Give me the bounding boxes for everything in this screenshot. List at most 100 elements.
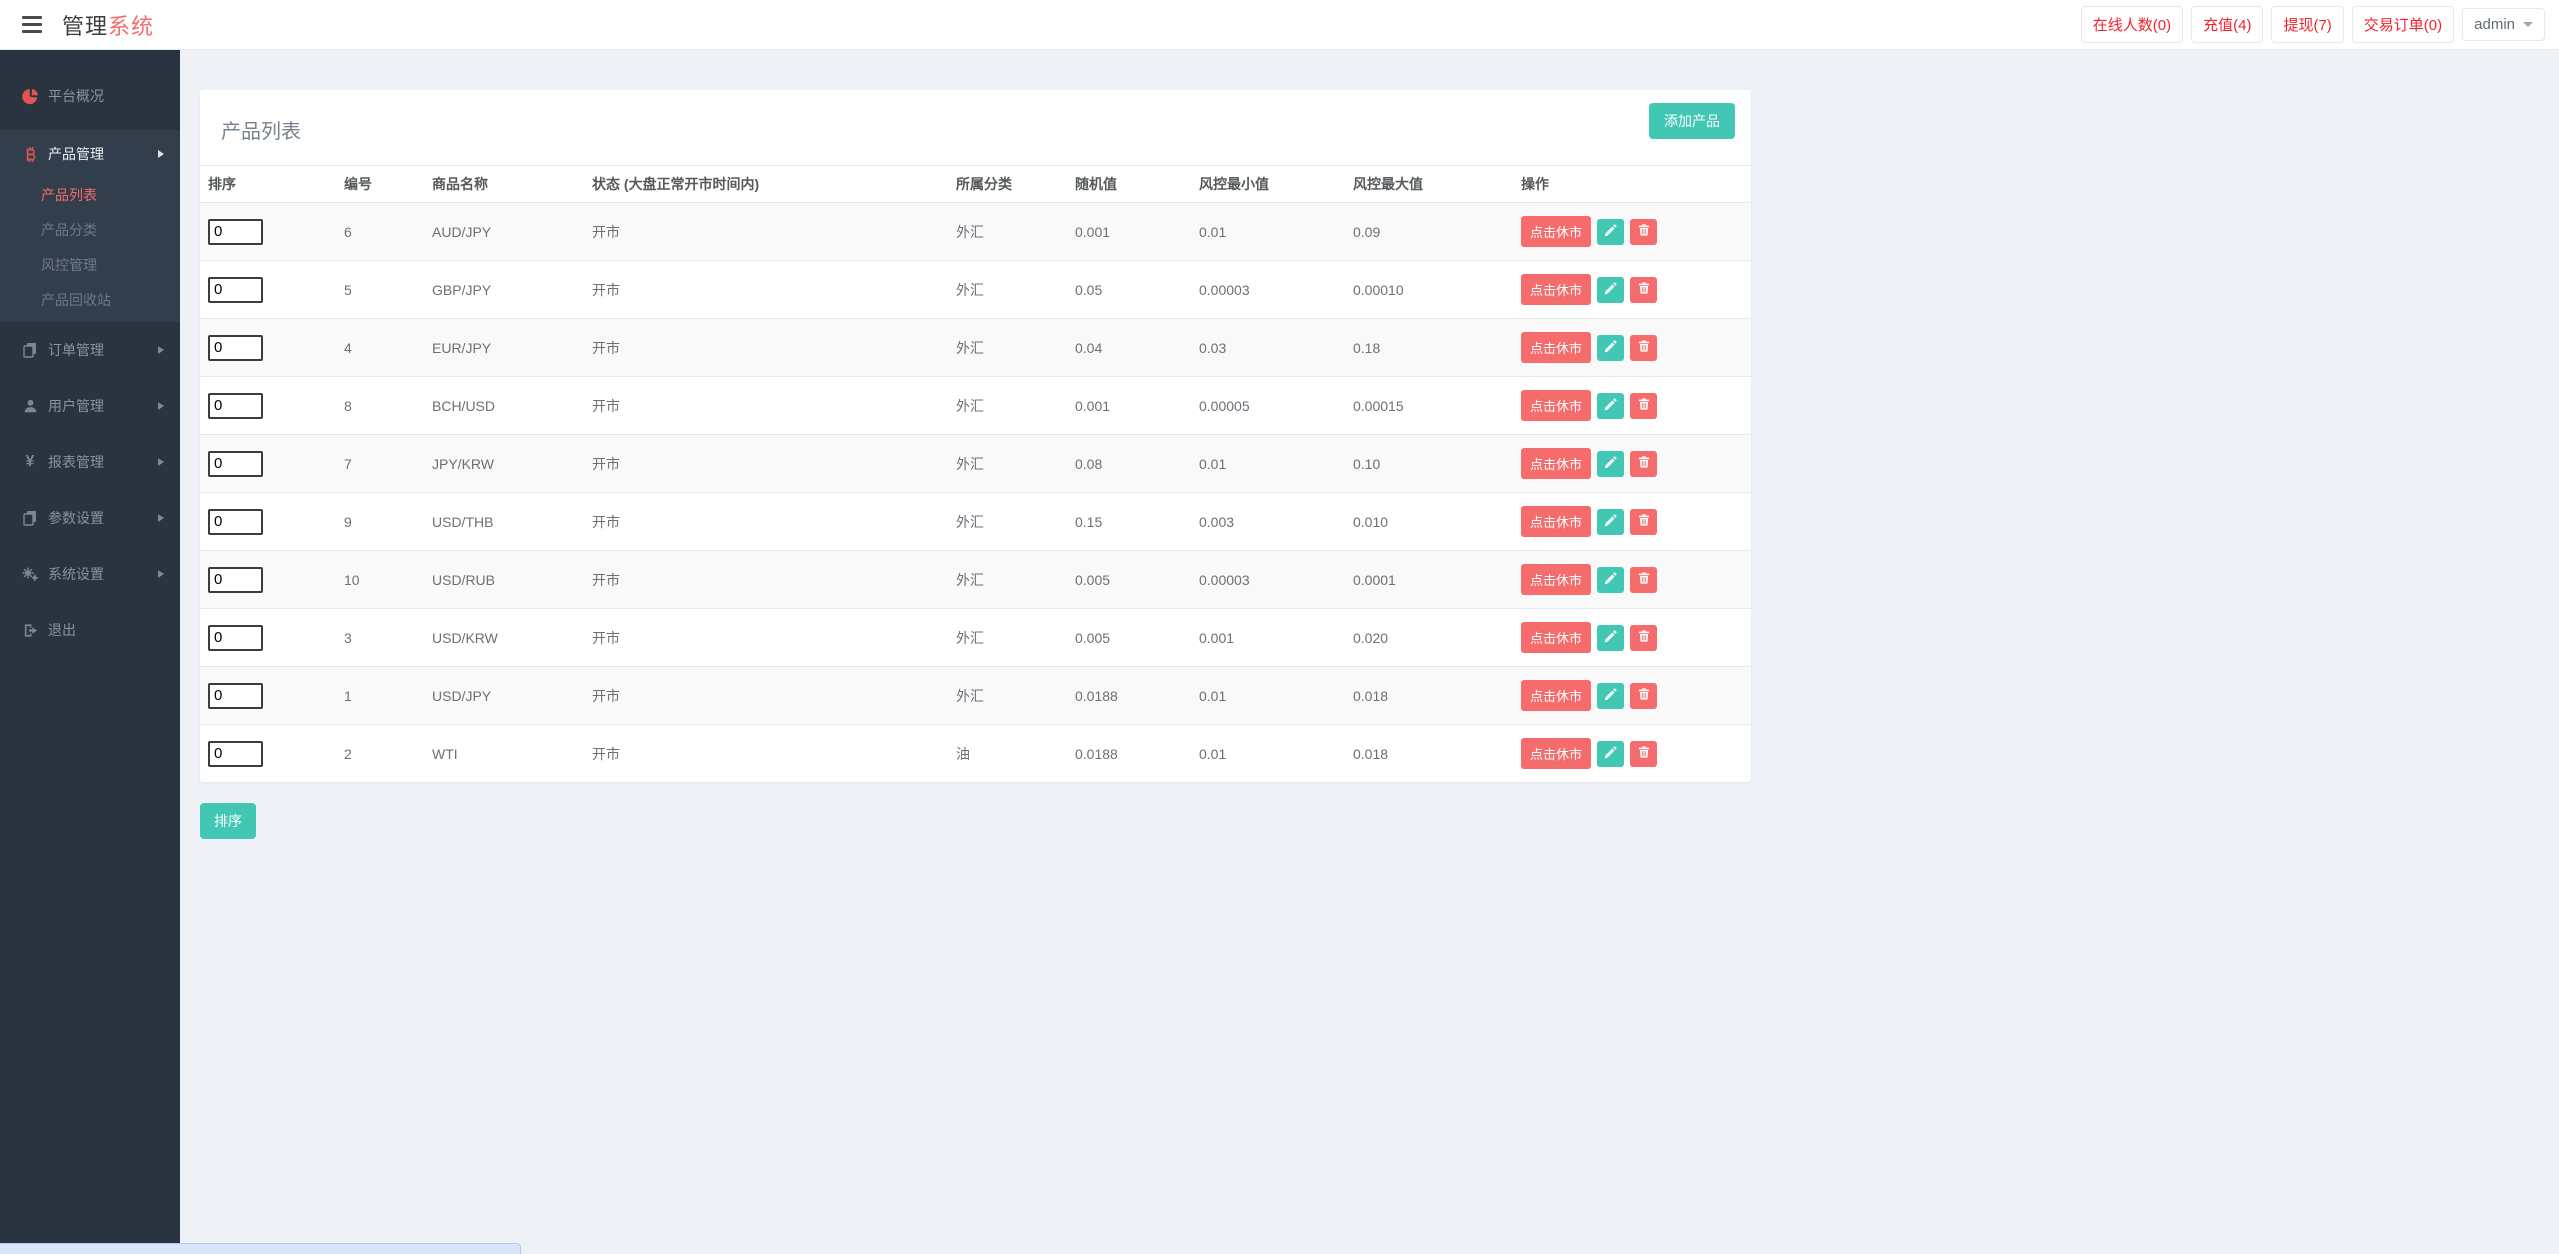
edit-button[interactable] bbox=[1597, 567, 1624, 593]
delete-button[interactable] bbox=[1630, 393, 1657, 419]
sort-input[interactable] bbox=[208, 393, 263, 419]
row-actions: 点击休市 bbox=[1521, 738, 1743, 769]
sort-input[interactable] bbox=[208, 567, 263, 593]
product-table-body: 6 AUD/JPY 开市 外汇 0.001 0.01 0.09 点击休市 bbox=[200, 203, 1751, 783]
sidebar-item-product-category[interactable]: 产品分类 bbox=[0, 213, 180, 248]
cell-status: 开市 bbox=[584, 551, 948, 609]
sidebar-item-report-management[interactable]: ¥ 报表管理 bbox=[0, 434, 180, 490]
row-actions: 点击休市 bbox=[1521, 680, 1743, 711]
cell-status: 开市 bbox=[584, 667, 948, 725]
add-product-button[interactable]: 添加产品 bbox=[1649, 103, 1735, 139]
sort-input[interactable] bbox=[208, 277, 263, 303]
pencil-icon bbox=[1604, 688, 1617, 704]
sidebar-item-parameter-settings[interactable]: 参数设置 bbox=[0, 490, 180, 546]
cell-product-name: BCH/USD bbox=[424, 377, 584, 435]
user-menu[interactable]: admin bbox=[2462, 8, 2545, 41]
cell-category: 外汇 bbox=[948, 667, 1067, 725]
sort-input[interactable] bbox=[208, 335, 263, 361]
sidebar-item-risk-management[interactable]: 风控管理 bbox=[0, 248, 180, 283]
sidebar-item-product-list[interactable]: 产品列表 bbox=[0, 178, 180, 213]
cell-risk-max: 0.020 bbox=[1345, 609, 1513, 667]
delete-button[interactable] bbox=[1630, 567, 1657, 593]
sidebar-item-system-settings[interactable]: 系统设置 bbox=[0, 546, 180, 602]
cell-random-value: 0.04 bbox=[1067, 319, 1191, 377]
delete-button[interactable] bbox=[1630, 219, 1657, 245]
edit-button[interactable] bbox=[1597, 451, 1624, 477]
sidebar-item-order-management[interactable]: 订单管理 bbox=[0, 322, 180, 378]
sidebar-item-logout[interactable]: 退出 bbox=[0, 602, 180, 658]
row-actions: 点击休市 bbox=[1521, 622, 1743, 653]
edit-button[interactable] bbox=[1597, 683, 1624, 709]
close-market-button[interactable]: 点击休市 bbox=[1521, 564, 1591, 595]
edit-button[interactable] bbox=[1597, 277, 1624, 303]
table-row: 2 WTI 开市 油 0.0188 0.01 0.018 点击休市 bbox=[200, 725, 1751, 783]
sidebar-item-product-recycle[interactable]: 产品回收站 bbox=[0, 283, 180, 318]
topnav: 在线人数(0) 充值(4) 提现(7) 交易订单(0) admin bbox=[2081, 6, 2545, 43]
cell-risk-max: 0.18 bbox=[1345, 319, 1513, 377]
cell-random-value: 0.0188 bbox=[1067, 667, 1191, 725]
delete-button[interactable] bbox=[1630, 741, 1657, 767]
topbar: 管理系统 在线人数(0) 充值(4) 提现(7) 交易订单(0) admin bbox=[0, 0, 2559, 50]
cell-product-name: USD/JPY bbox=[424, 667, 584, 725]
edit-button[interactable] bbox=[1597, 509, 1624, 535]
user-name: admin bbox=[2474, 16, 2515, 33]
cell-category: 外汇 bbox=[948, 551, 1067, 609]
table-row: 1 USD/JPY 开市 外汇 0.0188 0.01 0.018 点击休市 bbox=[200, 667, 1751, 725]
close-market-button[interactable]: 点击休市 bbox=[1521, 274, 1591, 305]
delete-button[interactable] bbox=[1630, 335, 1657, 361]
delete-button[interactable] bbox=[1630, 683, 1657, 709]
cell-product-name: EUR/JPY bbox=[424, 319, 584, 377]
cell-random-value: 0.001 bbox=[1067, 377, 1191, 435]
edit-button[interactable] bbox=[1597, 219, 1624, 245]
sidebar-item-platform-overview[interactable]: 平台概况 bbox=[0, 68, 180, 124]
close-market-button[interactable]: 点击休市 bbox=[1521, 332, 1591, 363]
app-title-red: 系统 bbox=[108, 14, 154, 39]
cell-id: 3 bbox=[336, 609, 424, 667]
trash-icon bbox=[1638, 339, 1650, 356]
col-sort: 排序 bbox=[200, 166, 336, 203]
delete-button[interactable] bbox=[1630, 277, 1657, 303]
delete-button[interactable] bbox=[1630, 451, 1657, 477]
close-market-button[interactable]: 点击休市 bbox=[1521, 390, 1591, 421]
withdraw-link[interactable]: 提现(7) bbox=[2271, 6, 2343, 43]
recharge-link[interactable]: 充值(4) bbox=[2191, 6, 2263, 43]
trade-orders-link[interactable]: 交易订单(0) bbox=[2352, 6, 2454, 43]
sort-input[interactable] bbox=[208, 683, 263, 709]
sidebar-item-product-management[interactable]: 产品管理 bbox=[0, 130, 180, 178]
edit-button[interactable] bbox=[1597, 335, 1624, 361]
row-actions: 点击休市 bbox=[1521, 274, 1743, 305]
col-actions: 操作 bbox=[1513, 166, 1751, 203]
delete-button[interactable] bbox=[1630, 509, 1657, 535]
close-market-button[interactable]: 点击休市 bbox=[1521, 738, 1591, 769]
table-row: 4 EUR/JPY 开市 外汇 0.04 0.03 0.18 点击休市 bbox=[200, 319, 1751, 377]
cell-product-name: GBP/JPY bbox=[424, 261, 584, 319]
cell-risk-max: 0.010 bbox=[1345, 493, 1513, 551]
close-market-button[interactable]: 点击休市 bbox=[1521, 622, 1591, 653]
sort-button[interactable]: 排序 bbox=[200, 803, 256, 839]
edit-button[interactable] bbox=[1597, 393, 1624, 419]
table-row: 9 USD/THB 开市 外汇 0.15 0.003 0.010 点击休市 bbox=[200, 493, 1751, 551]
online-users-link[interactable]: 在线人数(0) bbox=[2081, 6, 2183, 43]
close-market-button[interactable]: 点击休市 bbox=[1521, 680, 1591, 711]
sidebar-item-user-management[interactable]: 用户管理 bbox=[0, 378, 180, 434]
close-market-button[interactable]: 点击休市 bbox=[1521, 216, 1591, 247]
delete-button[interactable] bbox=[1630, 625, 1657, 651]
sort-input[interactable] bbox=[208, 741, 263, 767]
row-actions: 点击休市 bbox=[1521, 564, 1743, 595]
edit-button[interactable] bbox=[1597, 741, 1624, 767]
col-id: 编号 bbox=[336, 166, 424, 203]
main-content: 产品列表 添加产品 排序 编号 商品名称 状态 (大盘正常开市时间内) 所属分类… bbox=[180, 50, 2559, 1254]
close-market-button[interactable]: 点击休市 bbox=[1521, 506, 1591, 537]
sort-input[interactable] bbox=[208, 625, 263, 651]
col-random: 随机值 bbox=[1067, 166, 1191, 203]
sort-input[interactable] bbox=[208, 219, 263, 245]
cell-risk-min: 0.00003 bbox=[1191, 261, 1345, 319]
close-market-button[interactable]: 点击休市 bbox=[1521, 448, 1591, 479]
cell-risk-min: 0.00005 bbox=[1191, 377, 1345, 435]
menu-icon[interactable] bbox=[22, 16, 42, 33]
pencil-icon bbox=[1604, 282, 1617, 298]
sort-input[interactable] bbox=[208, 451, 263, 477]
sidebar-item-label: 退出 bbox=[48, 620, 76, 640]
sort-input[interactable] bbox=[208, 509, 263, 535]
edit-button[interactable] bbox=[1597, 625, 1624, 651]
